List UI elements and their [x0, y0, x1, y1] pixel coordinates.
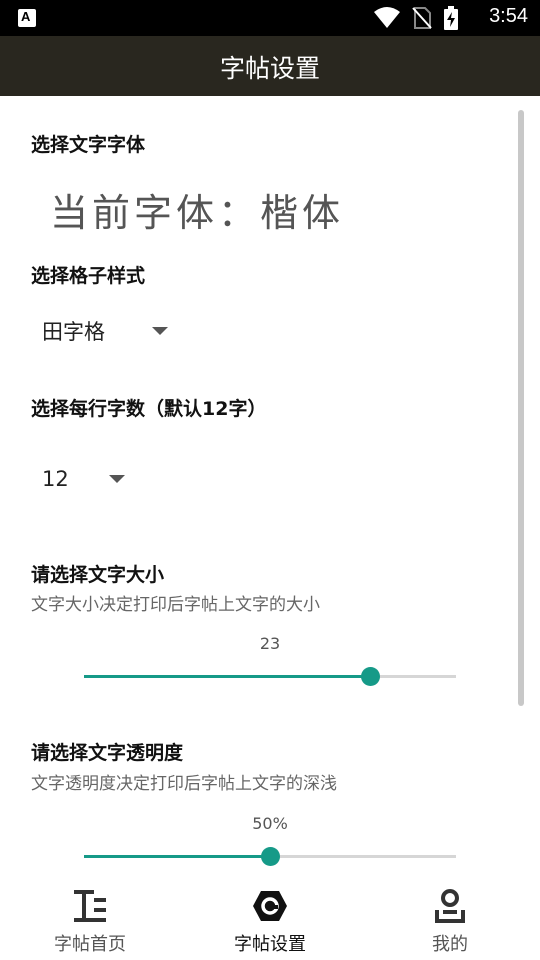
no-sim-icon [412, 7, 432, 29]
opacity-slider-value: 50% [252, 814, 288, 833]
nav-item-settings[interactable]: 字帖设置 [180, 874, 360, 960]
slider-fill [84, 675, 370, 678]
nav-label: 字帖设置 [234, 934, 306, 955]
settings-content[interactable]: 选择文字字体 当前字体：楷体 选择格子样式 田字格 选择每行字数（默认12字） … [0, 96, 540, 874]
chars-per-row-select[interactable]: 12 [42, 467, 125, 491]
status-bar: A 3:54 [0, 0, 540, 36]
text-format-icon [74, 890, 106, 922]
bottom-navigation: 字帖首页 字帖设置 我的 [0, 874, 540, 960]
nav-item-home[interactable]: 字帖首页 [0, 874, 180, 960]
nav-label: 我的 [432, 934, 468, 955]
status-icons [374, 6, 458, 30]
opacity-slider[interactable] [84, 846, 456, 866]
slider-thumb[interactable] [361, 667, 380, 686]
opacity-section-heading: 请选择文字透明度 [31, 742, 184, 764]
font-preview[interactable]: 当前字体：楷体 [50, 182, 344, 237]
clock: 3:54 [489, 5, 528, 27]
size-section-heading: 请选择文字大小 [31, 564, 165, 586]
slider-thumb[interactable] [261, 847, 280, 866]
opacity-section-description: 文字透明度决定打印后字帖上文字的深浅 [31, 774, 337, 794]
page-title: 字帖设置 [219, 54, 320, 83]
app-notification-icon: A [18, 9, 36, 27]
size-slider[interactable] [84, 666, 456, 686]
grid-style-select[interactable]: 田字格 [42, 316, 168, 346]
chars-per-row-heading: 选择每行字数（默认12字） [31, 398, 267, 420]
nav-label: 字帖首页 [54, 934, 126, 955]
scrollbar[interactable] [518, 110, 524, 706]
grid-style-value: 田字格 [42, 320, 105, 344]
app-bar: 字帖设置 [0, 36, 540, 96]
size-section-description: 文字大小决定打印后字帖上文字的大小 [31, 595, 320, 615]
chars-per-row-value: 12 [42, 467, 69, 491]
chevron-down-icon [152, 327, 168, 335]
grid-section-heading: 选择格子样式 [31, 265, 146, 287]
chevron-down-icon [108, 475, 125, 483]
size-slider-value: 23 [259, 634, 281, 653]
font-section-heading: 选择文字字体 [31, 134, 146, 156]
battery-charging-icon [444, 6, 458, 30]
user-icon [435, 889, 465, 923]
slider-fill [84, 855, 270, 858]
settings-hex-icon [253, 891, 287, 921]
wifi-icon [374, 7, 400, 28]
nav-item-profile[interactable]: 我的 [360, 874, 540, 960]
